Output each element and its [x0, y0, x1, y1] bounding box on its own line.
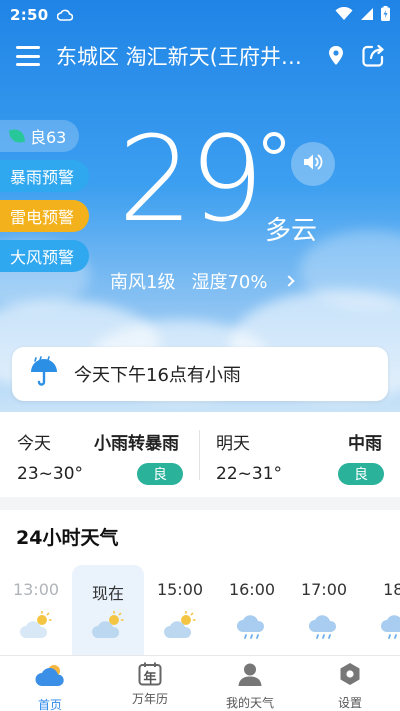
chevron-right-icon	[283, 275, 296, 287]
partly-cloudy-icon	[90, 610, 126, 645]
status-time: 2:50	[10, 6, 49, 24]
hour-item[interactable]: 18:	[360, 565, 400, 655]
humidity-label: 湿度70%	[191, 272, 268, 293]
share-icon[interactable]	[360, 43, 386, 69]
leaf-icon	[8, 127, 26, 145]
rain-cloud-icon	[378, 611, 400, 645]
gale-warning[interactable]: 大风预警	[0, 240, 89, 272]
wifi-icon	[335, 6, 353, 25]
aqi-badge[interactable]: 良63	[0, 120, 79, 152]
battery-icon	[381, 5, 390, 25]
rainstorm-warning[interactable]: 暴雨预警	[0, 160, 89, 192]
hour-time: 17:00	[300, 580, 348, 599]
hour-time: 18:	[383, 580, 400, 599]
wind-label: 南风1级	[110, 272, 176, 293]
weather-condition: 多云	[265, 216, 318, 246]
forecast-today-range: 23~30°	[17, 464, 84, 484]
nav-calendar[interactable]: 年 万年历	[100, 656, 200, 711]
partly-cloudy-icon	[162, 610, 198, 645]
calendar-icon-text: 年	[143, 671, 157, 686]
thunder-warning[interactable]: 雷电预警	[0, 200, 89, 232]
rain-cloud-icon	[234, 611, 270, 645]
hour-item[interactable]: 16:00	[216, 565, 288, 655]
hour-time: 现在	[91, 584, 124, 603]
precipitation-alert-text: 今天下午16点有小雨	[74, 365, 241, 386]
forecast-tomorrow-condition: 中雨	[348, 434, 382, 454]
nav-settings[interactable]: 设置	[300, 656, 400, 711]
settings-icon	[338, 662, 362, 690]
forecast-tomorrow-label: 明天	[216, 434, 250, 454]
hour-time: 15:00	[156, 580, 204, 599]
home-weather-icon	[35, 662, 65, 692]
two-day-forecast: 今天 小雨转暴雨 23~30° 良 明天 中雨 22~31° 良	[0, 412, 400, 497]
nav-calendar-label: 万年历	[131, 692, 168, 706]
hourly-title: 24小时天气	[16, 527, 119, 549]
forecast-tomorrow-aqi-badge: 良	[338, 463, 384, 485]
bottom-nav: 首页 年 万年历 我的天气 设置	[0, 655, 400, 711]
hour-item-current[interactable]: 现在	[72, 565, 144, 655]
hour-item[interactable]: 15:00	[144, 565, 216, 655]
voice-broadcast-button[interactable]	[291, 142, 335, 186]
nav-settings-label: 设置	[337, 696, 362, 710]
partly-cloudy-icon	[18, 610, 54, 645]
notification-cloud-icon	[56, 6, 73, 25]
forecast-tomorrow-range: 22~31°	[216, 464, 283, 484]
profile-icon	[237, 662, 263, 690]
umbrella-icon	[28, 356, 60, 392]
nav-my-weather-label: 我的天气	[225, 696, 274, 710]
hour-item[interactable]: 13:00	[0, 565, 72, 655]
forecast-today-aqi-badge: 良	[137, 463, 183, 485]
nav-my-weather[interactable]: 我的天气	[200, 656, 300, 711]
menu-button[interactable]	[16, 46, 40, 66]
forecast-today-condition: 小雨转暴雨	[94, 434, 179, 454]
rain-cloud-icon	[306, 611, 342, 645]
location-title[interactable]: 东城区 淘汇新天(王府井…	[56, 41, 308, 71]
top-bar: 东城区 淘汇新天(王府井…	[0, 36, 400, 76]
forecast-today-label: 今天	[17, 434, 51, 454]
hour-time: 16:00	[228, 580, 276, 599]
hour-item[interactable]: 17:00	[288, 565, 360, 655]
location-pin-icon[interactable]	[325, 44, 347, 68]
calendar-icon: 年	[138, 662, 162, 686]
nav-home[interactable]: 首页	[0, 656, 100, 711]
status-bar: 2:50	[0, 0, 400, 30]
wind-humidity-row[interactable]: 南风1级 湿度70%	[110, 268, 296, 294]
speaker-icon	[302, 152, 324, 176]
signal-icon	[360, 6, 374, 25]
precipitation-alert-card[interactable]: 今天下午16点有小雨	[12, 347, 388, 401]
degree-symbol	[263, 132, 285, 154]
forecast-today[interactable]: 今天 小雨转暴雨 23~30° 良	[0, 412, 199, 497]
aqi-label: 良63	[30, 128, 67, 147]
weather-hero: 2:50 东城区 淘汇新天(王府井… 良63 暴雨预警 雷电预警 大风预警 29…	[0, 0, 400, 412]
forecast-tomorrow[interactable]: 明天 中雨 22~31° 良	[200, 412, 400, 497]
nav-home-label: 首页	[37, 698, 62, 711]
hour-time: 13:00	[12, 580, 60, 599]
current-temperature: 29	[118, 110, 264, 248]
hourly-forecast: 24小时天气 13:00 现在 15:00 16:00 17:00 18:	[0, 510, 400, 655]
